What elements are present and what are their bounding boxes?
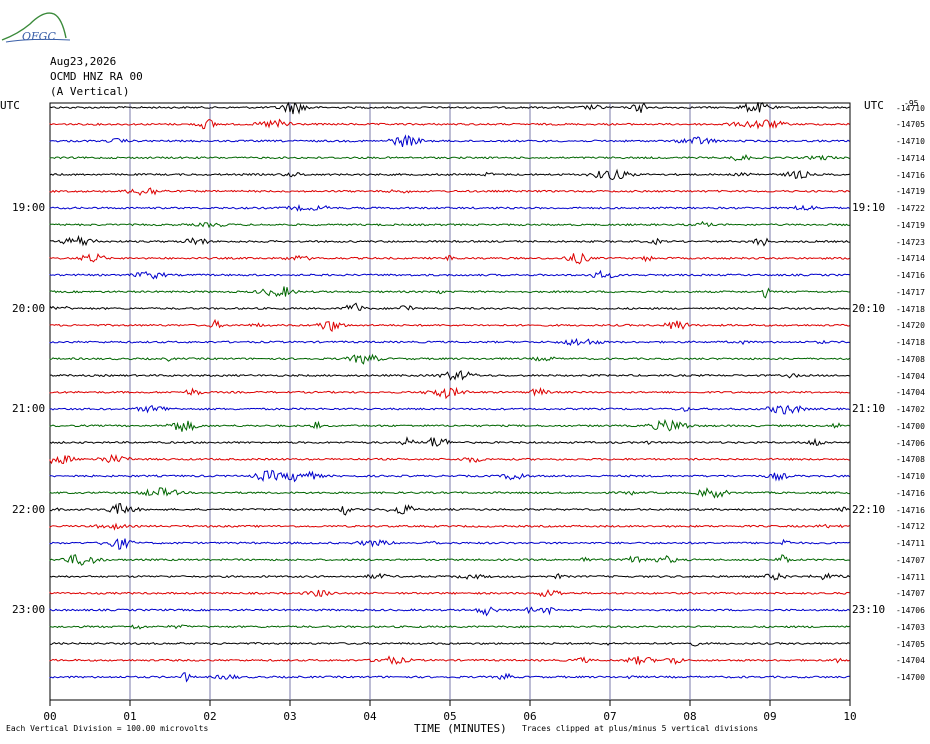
x-axis-title: TIME (MINUTES) <box>414 722 507 735</box>
right-hour-label: 19:10 <box>852 201 886 214</box>
x-tick-label: 02 <box>203 710 217 723</box>
trace-offset-label: -14700 <box>896 421 925 431</box>
left-hour-label: 23:00 <box>12 603 46 616</box>
trace-offset-label: -14710 <box>896 103 925 113</box>
trace-offset-label: -14712 <box>896 522 925 532</box>
trace-offset-label: -14710 <box>896 137 925 146</box>
trace-offset-label: -14708 <box>896 455 925 465</box>
x-tick-label: 03 <box>283 710 297 723</box>
trace-offset-label: -14718 <box>896 338 925 347</box>
trace-offset-label: -14704 <box>896 656 925 666</box>
trace-offset-label: -14720 <box>896 321 925 331</box>
trace-offset-label: -14714 <box>896 153 925 163</box>
trace-offset-label: -14723 <box>896 237 925 247</box>
trace-offset-label: -14710 <box>896 472 925 481</box>
trace-offset-label: -14705 <box>896 120 925 130</box>
x-tick-label: 01 <box>123 710 137 723</box>
left-hour-label: 22:00 <box>12 502 46 516</box>
x-tick-label: 00 <box>43 710 57 723</box>
clip-note: Traces clipped at plus/minus 5 vertical … <box>522 724 759 733</box>
right-hour-label: 21:10 <box>852 402 886 415</box>
left-hour-label: 19:00 <box>12 201 46 214</box>
trace-offset-label: -14704 <box>896 371 925 381</box>
trace-offset-label: -14711 <box>896 539 925 548</box>
left-hour-label: 21:00 <box>12 402 46 415</box>
trace-offset-label: -14707 <box>896 589 925 599</box>
right-hour-label: 22:10 <box>852 502 886 516</box>
trace-offset-label: -14707 <box>896 555 925 565</box>
trace-offset-label: -14716 <box>896 271 925 280</box>
trace-offset-label: -14706 <box>896 438 925 448</box>
trace-offset-label: -14718 <box>896 304 925 314</box>
trace-offset-label: -14722 <box>896 204 925 213</box>
x-tick-label: 04 <box>363 710 377 723</box>
trace-offset-label: -14704 <box>896 388 925 398</box>
x-tick-label: 07 <box>603 710 617 723</box>
trace-offset-label: -14714 <box>896 254 925 264</box>
trace-offset-label: -14719 <box>896 187 925 197</box>
trace-offset-label: -14719 <box>896 220 925 230</box>
trace-offset-label: -14708 <box>896 354 925 364</box>
trace-offset-label: -14716 <box>896 488 925 498</box>
vertical-division-note: Each Vertical Division = 100.00 microvol… <box>6 724 209 733</box>
trace-offset-label: -14717 <box>896 287 925 297</box>
x-tick-label: 10 <box>843 710 857 723</box>
trace-offset-label: -14716 <box>896 170 925 180</box>
trace-offset-label: -14702 <box>896 405 925 414</box>
x-tick-label: 06 <box>523 710 537 723</box>
x-tick-label: 09 <box>763 710 777 723</box>
trace-offset-label: -14716 <box>896 505 925 515</box>
left-hour-label: 20:00 <box>12 301 46 315</box>
trace-offset-label: -14703 <box>896 622 925 632</box>
trace-offset-label: -14706 <box>896 606 925 615</box>
trace-offset-label: -14711 <box>896 572 925 582</box>
right-hour-label: 20:10 <box>852 301 886 315</box>
right-hour-label: 23:10 <box>852 603 886 616</box>
x-tick-label: 08 <box>683 710 697 723</box>
trace-offset-label: -14705 <box>896 639 925 649</box>
helicorder-plot <box>49 101 851 706</box>
trace-offset-label: -14700 <box>896 673 925 682</box>
